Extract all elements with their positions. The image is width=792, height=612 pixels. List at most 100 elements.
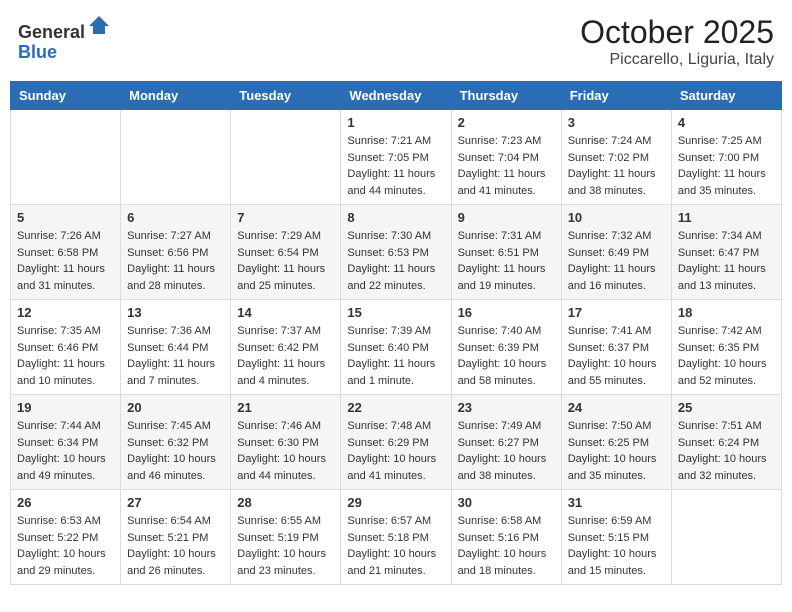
daylight-text: Daylight: 11 hours and 38 minutes.: [568, 168, 656, 197]
daylight-text: Daylight: 10 hours and 15 minutes.: [568, 548, 657, 577]
calendar-subtitle: Piccarello, Liguria, Italy: [580, 51, 774, 69]
calendar-week-row: 1Sunrise: 7:21 AMSunset: 7:05 PMDaylight…: [11, 110, 782, 205]
day-info: Sunrise: 7:41 AMSunset: 6:37 PMDaylight:…: [568, 323, 665, 389]
calendar-day-cell: 9Sunrise: 7:31 AMSunset: 6:51 PMDaylight…: [451, 205, 561, 300]
day-number: 18: [678, 305, 775, 320]
daylight-text: Daylight: 10 hours and 41 minutes.: [347, 453, 436, 482]
logo-icon: [87, 14, 111, 38]
day-info: Sunrise: 7:42 AMSunset: 6:35 PMDaylight:…: [678, 323, 775, 389]
sunrise-text: Sunrise: 7:23 AM: [458, 135, 542, 147]
daylight-text: Daylight: 10 hours and 23 minutes.: [237, 548, 326, 577]
calendar-day-cell: 11 Sunrise: 7:34 AMSunset: 6:47 PMDayligh…: [671, 205, 781, 300]
day-number: 27: [127, 495, 224, 510]
calendar-table: SundayMondayTuesdayWednesdayThursdayFrid…: [10, 81, 782, 585]
day-info: Sunrise: 7:34 AMSunset: 6:47 PMDaylight:…: [678, 228, 775, 294]
day-info: Sunrise: 7:32 AMSunset: 6:49 PMDaylight:…: [568, 228, 665, 294]
day-info: Sunrise: 7:29 AMSunset: 6:54 PMDaylight:…: [237, 228, 334, 294]
sunrise-text: Sunrise: 6:57 AM: [347, 515, 431, 527]
day-number: 24: [568, 400, 665, 415]
day-of-week-header: Friday: [561, 82, 671, 110]
day-info: Sunrise: 7:25 AMSunset: 7:00 PMDaylight:…: [678, 133, 775, 199]
calendar-day-cell: 10 Sunrise: 7:32 AMSunset: 6:49 PMDayligh…: [561, 205, 671, 300]
sunrise-text: Sunrise: 6:55 AM: [237, 515, 321, 527]
sunset-text: Sunset: 6:46 PM: [17, 342, 98, 354]
day-info: Sunrise: 7:49 AMSunset: 6:27 PMDaylight:…: [458, 418, 555, 484]
sunrise-text: Sunrise: 7:40 AM: [458, 325, 542, 337]
day-number: 13: [127, 305, 224, 320]
daylight-text: Daylight: 11 hours and 41 minutes.: [458, 168, 546, 197]
calendar-day-cell: [231, 110, 341, 205]
sunrise-text: Sunrise: 7:34 AM: [678, 230, 762, 242]
calendar-day-cell: 3Sunrise: 7:24 AMSunset: 7:02 PMDaylight…: [561, 110, 671, 205]
calendar-day-cell: 26Sunrise: 6:53 AMSunset: 5:22 PMDayligh…: [11, 490, 121, 585]
daylight-text: Daylight: 10 hours and 18 minutes.: [458, 548, 547, 577]
day-info: Sunrise: 7:21 AMSunset: 7:05 PMDaylight:…: [347, 133, 444, 199]
day-number: 10: [568, 210, 665, 225]
daylight-text: Daylight: 11 hours and 25 minutes.: [237, 263, 325, 292]
sunset-text: Sunset: 7:05 PM: [347, 152, 428, 164]
sunset-text: Sunset: 6:49 PM: [568, 247, 649, 259]
sunrise-text: Sunrise: 7:25 AM: [678, 135, 762, 147]
sunrise-text: Sunrise: 7:44 AM: [17, 420, 101, 432]
sunset-text: Sunset: 5:22 PM: [17, 532, 98, 544]
daylight-text: Daylight: 10 hours and 58 minutes.: [458, 358, 547, 387]
day-number: 15: [347, 305, 444, 320]
day-number: 5: [17, 210, 114, 225]
calendar-day-cell: [11, 110, 121, 205]
day-info: Sunrise: 6:54 AMSunset: 5:21 PMDaylight:…: [127, 513, 224, 579]
day-of-week-header: Monday: [121, 82, 231, 110]
sunset-text: Sunset: 7:00 PM: [678, 152, 759, 164]
sunset-text: Sunset: 6:27 PM: [458, 437, 539, 449]
calendar-day-cell: [121, 110, 231, 205]
day-of-week-header: Tuesday: [231, 82, 341, 110]
daylight-text: Daylight: 10 hours and 55 minutes.: [568, 358, 657, 387]
sunrise-text: Sunrise: 7:46 AM: [237, 420, 321, 432]
day-number: 12: [17, 305, 114, 320]
day-of-week-header: Thursday: [451, 82, 561, 110]
calendar-day-cell: [671, 490, 781, 585]
sunset-text: Sunset: 6:32 PM: [127, 437, 208, 449]
daylight-text: Daylight: 11 hours and 13 minutes.: [678, 263, 766, 292]
day-info: Sunrise: 7:37 AMSunset: 6:42 PMDaylight:…: [237, 323, 334, 389]
sunset-text: Sunset: 7:04 PM: [458, 152, 539, 164]
day-number: 11: [678, 210, 775, 225]
sunset-text: Sunset: 6:54 PM: [237, 247, 318, 259]
daylight-text: Daylight: 11 hours and 7 minutes.: [127, 358, 215, 387]
sunset-text: Sunset: 6:53 PM: [347, 247, 428, 259]
daylight-text: Daylight: 10 hours and 32 minutes.: [678, 453, 767, 482]
sunrise-text: Sunrise: 7:45 AM: [127, 420, 211, 432]
calendar-day-cell: 18 Sunrise: 7:42 AMSunset: 6:35 PMDayligh…: [671, 300, 781, 395]
daylight-text: Daylight: 10 hours and 35 minutes.: [568, 453, 657, 482]
calendar-day-cell: 29Sunrise: 6:57 AMSunset: 5:18 PMDayligh…: [341, 490, 451, 585]
sunrise-text: Sunrise: 6:53 AM: [17, 515, 101, 527]
calendar-day-cell: 28Sunrise: 6:55 AMSunset: 5:19 PMDayligh…: [231, 490, 341, 585]
day-info: Sunrise: 7:30 AMSunset: 6:53 PMDaylight:…: [347, 228, 444, 294]
sunset-text: Sunset: 6:39 PM: [458, 342, 539, 354]
sunrise-text: Sunrise: 7:26 AM: [17, 230, 101, 242]
logo-blue: Blue: [18, 42, 57, 62]
sunrise-text: Sunrise: 7:49 AM: [458, 420, 542, 432]
sunrise-text: Sunrise: 7:42 AM: [678, 325, 762, 337]
calendar-day-cell: 19Sunrise: 7:44 AMSunset: 6:34 PMDayligh…: [11, 395, 121, 490]
sunrise-text: Sunrise: 7:50 AM: [568, 420, 652, 432]
sunrise-text: Sunrise: 7:31 AM: [458, 230, 542, 242]
daylight-text: Daylight: 11 hours and 44 minutes.: [347, 168, 435, 197]
daylight-text: Daylight: 10 hours and 49 minutes.: [17, 453, 106, 482]
day-number: 7: [237, 210, 334, 225]
day-info: Sunrise: 7:48 AM Sunset: 6:29 PM Daylight:…: [347, 418, 444, 484]
daylight-text: Daylight: 11 hours and 19 minutes.: [458, 263, 546, 292]
day-info: Sunrise: 7:27 AMSunset: 6:56 PMDaylight:…: [127, 228, 224, 294]
day-of-week-header: Wednesday: [341, 82, 451, 110]
calendar-day-cell: 2Sunrise: 7:23 AMSunset: 7:04 PMDaylight…: [451, 110, 561, 205]
day-info: Sunrise: 6:58 AMSunset: 5:16 PMDaylight:…: [458, 513, 555, 579]
daylight-text: Daylight: 11 hours and 16 minutes.: [568, 263, 656, 292]
day-info: Sunrise: 7:40 AM Sunset: 6:39 PM Daylight:…: [458, 323, 555, 389]
sunset-text: Sunset: 6:56 PM: [127, 247, 208, 259]
title-block: October 2025 Piccarello, Liguria, Italy: [580, 14, 774, 69]
calendar-day-cell: 22Sunrise: 7:48 AMSunset: 6:29 PMDayligh…: [341, 395, 451, 490]
calendar-day-cell: 4Sunrise: 7:25 AMSunset: 7:00 PMDaylight…: [671, 110, 781, 205]
sunset-text: Sunset: 6:29 PM: [347, 437, 428, 449]
day-number: 30: [458, 495, 555, 510]
sunrise-text: Sunrise: 7:48 AM: [347, 420, 431, 432]
daylight-text: Daylight: 10 hours and 52 minutes.: [678, 358, 767, 387]
